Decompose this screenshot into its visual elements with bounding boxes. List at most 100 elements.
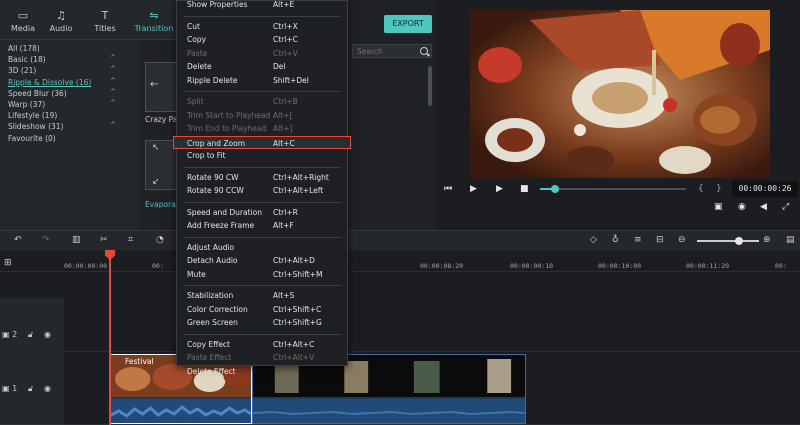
eye-icon[interactable]: ◉ — [44, 384, 51, 393]
menu-item[interactable]: Crop and Zoom Alt+C — [173, 135, 351, 149]
speed-icon[interactable]: ◔ — [156, 235, 164, 246]
delete-icon[interactable]: ▥ — [72, 235, 81, 246]
previous-frame-icon[interactable]: ⏮ — [444, 184, 452, 194]
audio-mixer-icon[interactable]: ≡ — [634, 235, 642, 246]
tab-transition[interactable]: ⇋ Transition — [132, 0, 176, 40]
add-track-icon[interactable]: ⊞ — [4, 258, 12, 268]
microphone-icon[interactable]: ♁ — [612, 235, 619, 246]
export-button[interactable]: EXPORT — [384, 15, 432, 33]
menu-item-label: Trim End to Playhead — [187, 124, 267, 133]
chevron-up-icon[interactable]: ^ — [110, 99, 116, 107]
menu-item-label: Rotate 90 CW — [187, 172, 239, 182]
menu-item[interactable]: Stabilization Alt+S — [177, 289, 347, 302]
music-icon: ♫ — [56, 9, 66, 22]
search-input[interactable] — [357, 46, 417, 57]
preview-video-frame — [470, 10, 770, 178]
timeline-zoom-slider[interactable] — [697, 237, 759, 245]
menu-item[interactable]: Color Correction Ctrl+Shift+C — [177, 303, 347, 316]
preview-tools: ▣ ◉ ◀ ⤢ — [712, 202, 800, 216]
playback-knob[interactable] — [550, 185, 559, 193]
stop-icon[interactable]: ■ — [520, 184, 529, 194]
menu-item-label: Crop and Zoom — [187, 138, 246, 148]
timeline-ruler[interactable]: ⊞ 00:00:00:00 00: 00:00:08:20 00:00:00:1… — [0, 250, 800, 272]
menu-item[interactable]: Copy Effect Ctrl+Alt+C — [177, 338, 347, 351]
playhead-line[interactable] — [109, 258, 111, 425]
render-preview-icon[interactable]: ▣ — [714, 202, 723, 212]
menu-item-label: Copy Effect — [187, 339, 230, 349]
zoom-knob[interactable] — [735, 237, 744, 245]
menu-item-shortcut: Del — [273, 62, 286, 71]
lock-icon[interactable]: 🔓︎ — [28, 384, 33, 394]
chevron-up-icon[interactable]: ^ — [110, 121, 116, 129]
lock-icon[interactable]: 🔓︎ — [28, 330, 33, 340]
chevron-up-icon[interactable]: ^ — [110, 77, 116, 85]
menu-item[interactable]: Delete Del — [177, 60, 347, 73]
transition-label-evaporate: Evapora — [145, 200, 176, 209]
track-lane-2[interactable] — [64, 282, 800, 352]
chevron-up-icon[interactable]: ^ — [110, 54, 116, 62]
menu-item-label: Show Properties — [187, 0, 248, 9]
track-name: ▣ 1 — [2, 384, 18, 393]
crop-icon[interactable]: ⌗ — [128, 235, 133, 246]
category-item[interactable]: Warp (37) — [8, 100, 45, 109]
menu-item[interactable]: Crop to Fit — [177, 149, 347, 162]
tab-audio[interactable]: ♫ Audio — [38, 0, 84, 40]
tab-titles-label: Titles — [94, 24, 116, 33]
menu-item-shortcut: Ctrl+Alt+Left — [273, 186, 324, 195]
menu-item[interactable]: Green Screen Ctrl+Shift+G — [177, 316, 347, 329]
category-item[interactable]: Ripple & Dissolve (16) — [8, 78, 91, 87]
menu-item[interactable]: Rotate 90 CW Ctrl+Alt+Right — [177, 171, 347, 184]
category-item[interactable]: Basic (18) — [8, 55, 46, 64]
category-item[interactable]: Speed Blur (36) — [8, 89, 67, 98]
menu-item[interactable]: Detach Audio Ctrl+Alt+D — [177, 254, 347, 267]
menu-item[interactable]: Rotate 90 CCW Ctrl+Alt+Left — [177, 184, 347, 197]
arrow-collapse-icon: ↙ — [152, 177, 160, 187]
search-icon[interactable] — [420, 47, 428, 55]
menu-item[interactable]: Mute Ctrl+Shift+M — [177, 268, 347, 281]
mark-out-icon[interactable]: } — [716, 184, 722, 194]
menu-item[interactable]: Speed and Duration Ctrl+R — [177, 206, 347, 219]
category-item[interactable]: Slideshow (31) — [8, 122, 63, 131]
menu-item[interactable]: Ripple Delete Shift+Del — [177, 74, 347, 87]
category-item[interactable]: Lifestyle (19) — [8, 111, 57, 120]
eye-icon[interactable]: ◉ — [44, 330, 51, 339]
volume-icon[interactable]: ◀ — [760, 202, 767, 212]
menu-item[interactable]: Adjust Audio — [177, 241, 347, 254]
menu-item[interactable]: Show Properties Alt+E — [177, 0, 347, 11]
folder-icon: ▭ — [17, 9, 29, 22]
menu-item-label: Cut — [187, 21, 200, 31]
playback-progress[interactable] — [540, 185, 686, 193]
menu-separator — [183, 91, 341, 92]
play-icon[interactable]: ▶ — [470, 184, 477, 194]
play-forward-icon[interactable]: ▶ — [496, 184, 503, 194]
menu-item-label: Detach Audio — [187, 256, 238, 265]
chevron-up-icon[interactable]: ^ — [110, 65, 116, 73]
context-menu: Show Properties Alt+E Cut Ctrl+X Copy Ctrl+C P… — [173, 0, 351, 376]
redo-icon[interactable]: ↷ — [42, 235, 50, 246]
zoom-out-icon[interactable]: ⊖ — [678, 235, 686, 246]
menu-item-shortcut: Ctrl+X — [273, 21, 298, 31]
zoom-in-icon[interactable]: ⊕ — [763, 235, 771, 246]
menu-item[interactable]: Add Freeze Frame Alt+F — [177, 219, 347, 232]
category-item[interactable]: Favourite (0) — [8, 134, 56, 143]
fit-timeline-icon[interactable]: ▤ — [786, 235, 795, 246]
ruler-label: 00:00:11:20 — [686, 262, 730, 270]
menu-item[interactable]: Copy Ctrl+C — [177, 33, 347, 46]
scissors-icon[interactable]: ✂ — [100, 235, 108, 246]
menu-item-label: Adjust Audio — [187, 242, 235, 252]
undo-icon[interactable]: ↶ — [14, 235, 22, 246]
chevron-up-icon[interactable]: ^ — [110, 88, 116, 96]
menu-item[interactable]: Delete Effect — [177, 365, 347, 378]
category-item[interactable]: 3D (21) — [8, 66, 36, 75]
marker-icon[interactable]: ◇ — [590, 235, 597, 246]
mark-in-icon[interactable]: { — [698, 184, 704, 194]
category-item[interactable]: All (178) — [8, 44, 40, 53]
snapshot-icon[interactable]: ◉ — [738, 202, 746, 212]
menu-item[interactable]: Cut Ctrl+X — [177, 20, 347, 33]
library-scrollbar[interactable] — [428, 66, 432, 106]
tab-titles[interactable]: T Titles — [82, 0, 128, 40]
menu-item-label: Copy — [187, 35, 207, 44]
fullscreen-icon[interactable]: ⤢ — [782, 202, 789, 212]
split-screen-icon[interactable]: ⊟ — [656, 235, 664, 246]
menu-item-shortcut: Ctrl+Alt+V — [273, 353, 315, 362]
